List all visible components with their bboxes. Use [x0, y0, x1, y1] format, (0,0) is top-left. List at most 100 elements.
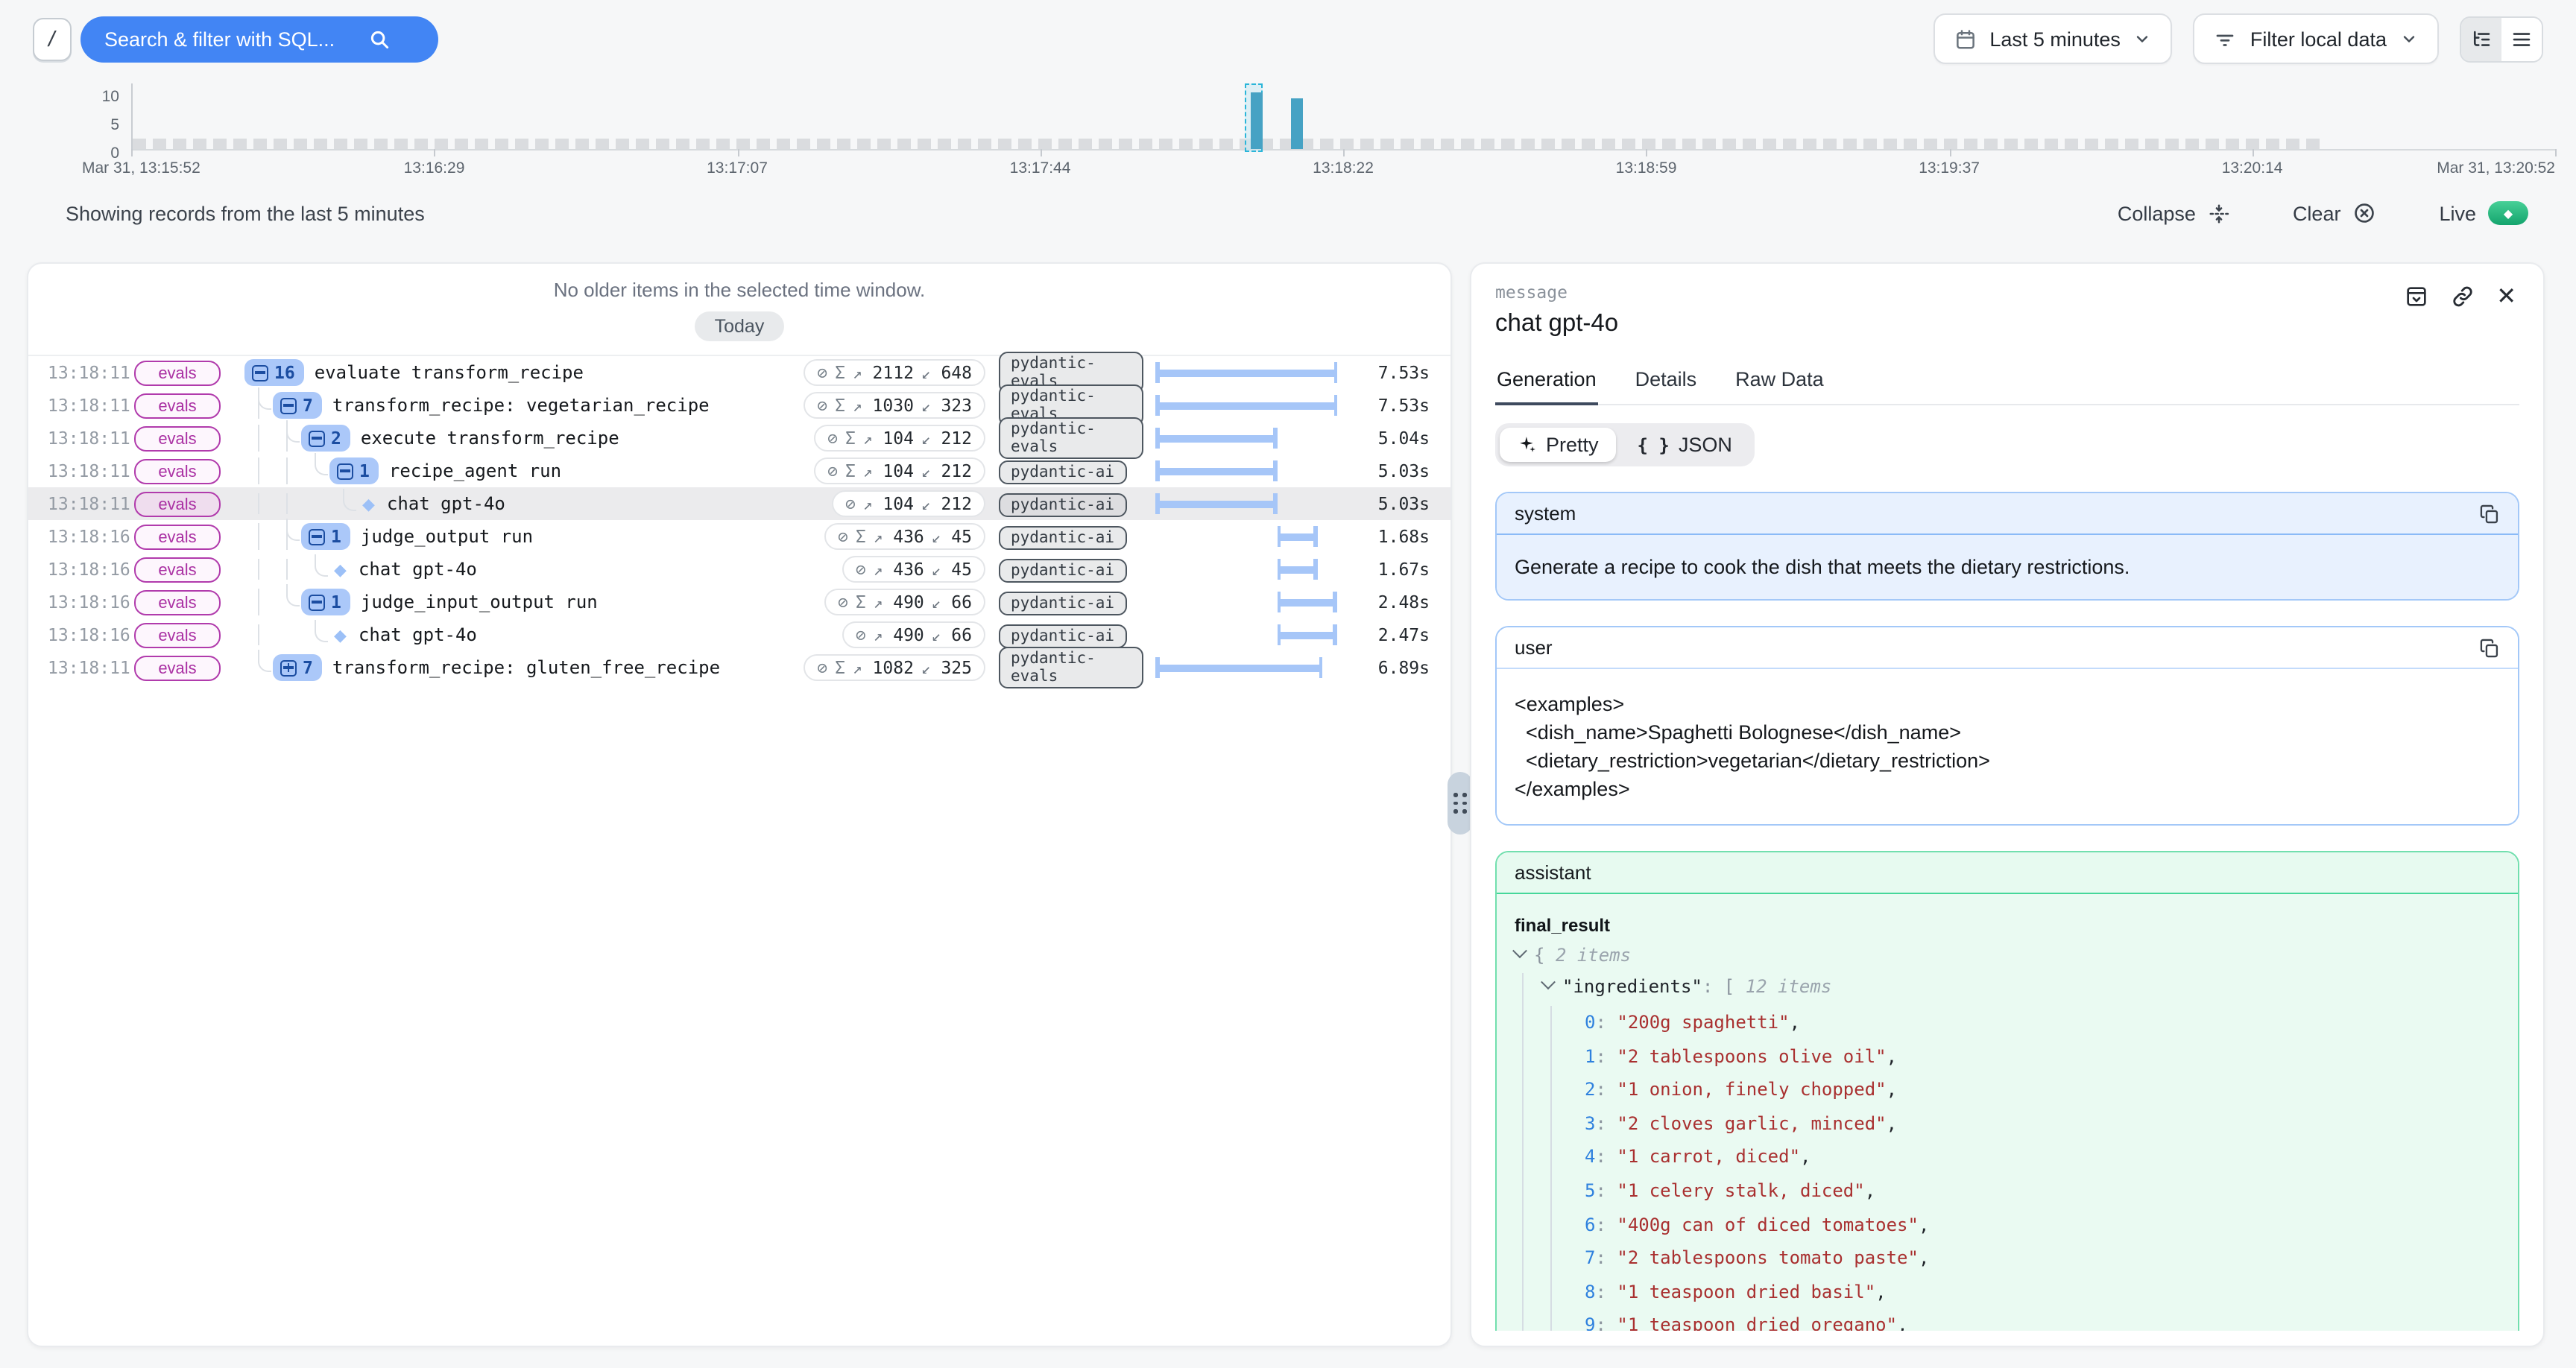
collapse-toggle-chip[interactable]: 2 [301, 425, 350, 452]
tree-cell: 2execute transform_recipe [244, 425, 747, 452]
evals-badge[interactable]: evals [134, 525, 221, 551]
trace-rows: 13:18:11evals16evaluate transform_recipe… [28, 355, 1450, 684]
collapse-toggle-chip[interactable]: 16 [244, 359, 304, 386]
duration-label: 5.04s [1337, 428, 1450, 449]
trace-row[interactable]: 13:18:16evals1judge_input_output run⊘Σ↗ … [28, 586, 1450, 618]
json-key-line[interactable]: "ingredients": [ 12 items [1543, 973, 2500, 1001]
close-panel-icon[interactable]: ✕ [2496, 285, 2516, 308]
braces-icon: { } [1638, 434, 1670, 455]
tree-guide [329, 493, 358, 514]
chart-plot-area [131, 83, 2555, 151]
trace-row[interactable]: 13:18:11evals◆chat gpt-4o⊘↗ 104↙ 212pyda… [28, 487, 1450, 520]
histogram-bar[interactable] [1251, 92, 1263, 150]
input-tokens-arrow-icon: ↗ [853, 660, 862, 678]
collapse-toggle-chip[interactable]: 1 [301, 589, 350, 615]
filter-label: Filter local data [2250, 28, 2387, 50]
output-tokens-arrow-icon: ↙ [932, 529, 941, 547]
token-coin-icon: ⊘ [817, 395, 827, 416]
x-axis-tick [2555, 149, 2557, 156]
trace-row[interactable]: 13:18:16evals◆chat gpt-4o⊘↗ 490↙ 66pydan… [28, 618, 1450, 651]
json-array-item: 5: "1 celery stalk, diced", [1585, 1174, 2500, 1208]
tree-view-button[interactable] [2461, 17, 2501, 60]
histogram-bar[interactable] [1291, 98, 1303, 149]
collapse-button[interactable]: Collapse [2109, 200, 2239, 226]
evals-badge[interactable]: evals [134, 493, 221, 518]
trace-row[interactable]: 13:18:11evals7transform_recipe: gluten_f… [28, 651, 1450, 684]
row-timestamp: 13:18:16 [48, 592, 134, 612]
assistant-message-card: assistant final_result { 2 items "ingredi… [1495, 851, 2519, 1347]
list-view-button[interactable] [2501, 17, 2542, 60]
collapse-toggle-chip[interactable]: 7 [273, 654, 322, 681]
evals-badge[interactable]: evals [134, 558, 221, 583]
token-coin-icon: ⊘ [817, 657, 827, 678]
evals-badge[interactable]: evals [134, 656, 221, 682]
tree-guide [301, 457, 329, 484]
collapse-toggle-chip[interactable]: 7 [273, 392, 322, 419]
collapse-toggle-chip[interactable]: 1 [301, 523, 350, 550]
duration-label: 7.53s [1337, 395, 1450, 416]
filter-local-data-dropdown[interactable]: Filter local data [2194, 13, 2439, 64]
trace-row[interactable]: 13:18:11evals1recipe_agent run⊘Σ↗ 104↙ 2… [28, 455, 1450, 487]
format-toggle: Pretty { } JSON [1495, 423, 1755, 466]
token-usage-chip: ⊘Σ↗ 1030↙ 323 [804, 392, 985, 419]
json-root-line[interactable]: { 2 items [1515, 942, 2500, 970]
span-label: transform_recipe: gluten_free_recipe [332, 657, 720, 678]
trace-row[interactable]: 13:18:11evals7transform_recipe: vegetari… [28, 389, 1450, 422]
copy-link-icon[interactable] [2450, 285, 2474, 308]
today-pill[interactable]: Today [695, 311, 784, 341]
span-duration-bar [1155, 624, 1337, 645]
trace-row[interactable]: 13:18:11evals2execute transform_recipe⊘Σ… [28, 422, 1450, 455]
sdk-badge: pydantic-evals [999, 647, 1143, 688]
pretty-toggle-button[interactable]: Pretty [1500, 428, 1617, 462]
final-result-label: final_result [1515, 915, 2500, 936]
evals-badge[interactable]: evals [134, 591, 221, 616]
assistant-role-label: assistant [1515, 861, 1591, 884]
sdk-badge: pydantic-ai [999, 559, 1126, 583]
tab-generation[interactable]: Generation [1495, 368, 1598, 405]
copy-icon[interactable] [2479, 637, 2500, 658]
x-axis-tick-label: 13:17:44 [1010, 159, 1071, 177]
input-tokens-arrow-icon: ↗ [874, 529, 883, 547]
tree-cell: ◆chat gpt-4o [244, 559, 747, 580]
live-toggle[interactable]: Live ◆ [2430, 200, 2537, 227]
clear-button[interactable]: Clear [2284, 200, 2386, 227]
span-duration-bar [1155, 592, 1337, 612]
panel-resize-handle[interactable] [1448, 772, 1473, 835]
evals-badge[interactable]: evals [134, 624, 221, 649]
tab-details[interactable]: Details [1634, 368, 1699, 405]
child-count: 16 [274, 362, 295, 383]
evals-badge[interactable]: evals [134, 427, 221, 452]
live-label: Live [2439, 202, 2476, 224]
span-duration-bar [1155, 428, 1337, 449]
json-toggle-button[interactable]: { } JSON [1620, 428, 1750, 462]
time-range-dropdown[interactable]: Last 5 minutes [1933, 13, 2173, 64]
trace-row[interactable]: 13:18:16evals◆chat gpt-4o⊘↗ 436↙ 45pydan… [28, 553, 1450, 586]
trace-row[interactable]: 13:18:16evals1judge_output run⊘Σ↗ 436↙ 4… [28, 520, 1450, 553]
evals-badge[interactable]: evals [134, 394, 221, 419]
copy-icon[interactable] [2479, 503, 2500, 524]
tree-guide [273, 624, 301, 645]
sigma-sum-icon: Σ [835, 395, 845, 416]
dock-panel-icon[interactable] [2404, 285, 2428, 308]
trace-row[interactable]: 13:18:11evals16evaluate transform_recipe… [28, 356, 1450, 389]
tree-cell: 1judge_output run [244, 523, 747, 550]
tree-cell: 16evaluate transform_recipe [244, 359, 747, 386]
output-tokens-arrow-icon: ↙ [921, 463, 931, 481]
span-label: transform_recipe: vegetarian_recipe [332, 395, 710, 416]
app-root: / Search & filter with SQL... Last 5 min… [0, 0, 2576, 1368]
collapse-toggle-chip[interactable]: 1 [329, 457, 379, 484]
token-coin-icon: ⊘ [838, 592, 848, 612]
tab-raw-data[interactable]: Raw Data [1734, 368, 1825, 405]
evals-badge[interactable]: evals [134, 460, 221, 485]
search-button[interactable]: Search & filter with SQL... [80, 16, 438, 62]
record-kind-label: message [1495, 282, 2519, 303]
sdk-badge: pydantic-evals [999, 417, 1143, 459]
duration-label: 5.03s [1337, 460, 1450, 481]
sparkle-icon [1518, 435, 1537, 455]
slash-shortcut-key[interactable]: / [33, 17, 72, 60]
activity-histogram[interactable]: 0510 Mar 31, 13:15:5213:16:2913:17:0713:… [0, 77, 2576, 194]
tree-guide [273, 523, 301, 550]
evals-badge[interactable]: evals [134, 361, 221, 387]
final-result-json-tree[interactable]: { 2 items"ingredients": [ 12 items0: "20… [1515, 942, 2500, 1347]
tree-guide [273, 457, 301, 484]
